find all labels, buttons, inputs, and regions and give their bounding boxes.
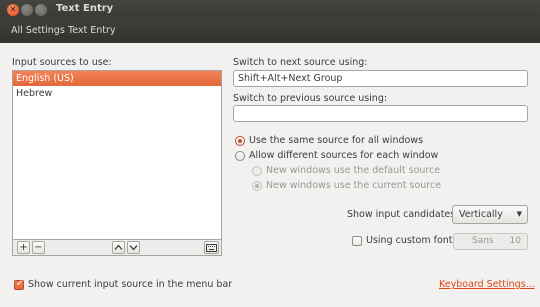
minimize-icon[interactable]	[21, 4, 33, 16]
maximize-icon[interactable]	[35, 4, 47, 16]
title-bar: ✕ Text Entry	[0, 0, 540, 20]
remove-source-button[interactable]: −	[32, 241, 45, 254]
close-icon[interactable]: ✕	[7, 4, 19, 16]
input-candidates-value: Vertically	[459, 209, 503, 220]
move-down-button[interactable]	[127, 241, 140, 254]
new-current-label: New windows use the current source	[266, 180, 442, 191]
different-sources-label[interactable]: Allow different sources for each window	[249, 150, 438, 161]
add-source-button[interactable]: +	[17, 241, 30, 254]
input-candidates-label: Show input candidates:	[347, 209, 459, 220]
show-indicator-checkbox[interactable]	[14, 279, 24, 290]
previous-source-shortcut-field[interactable]	[233, 105, 528, 122]
custom-font-label[interactable]: Using custom font:	[366, 235, 456, 246]
font-name: Sans	[472, 236, 494, 246]
same-source-label[interactable]: Use the same source for all windows	[249, 135, 423, 146]
keyboard-layout-button[interactable]	[204, 241, 219, 254]
list-item[interactable]: English (US)	[13, 71, 221, 86]
window-title: Text Entry	[56, 3, 114, 14]
chevron-down-icon	[129, 245, 138, 251]
show-indicator-label[interactable]: Show current input source in the menu ba…	[28, 279, 232, 290]
font-chooser-button[interactable]: Sans 10	[453, 233, 528, 250]
plus-icon: +	[19, 241, 28, 253]
input-sources-label: Input sources to use:	[12, 57, 112, 68]
new-current-radio[interactable]	[252, 181, 262, 191]
input-sources-toolbar: + −	[12, 240, 222, 256]
new-default-label: New windows use the default source	[266, 165, 441, 176]
list-item[interactable]: Hebrew	[13, 86, 221, 101]
breadcrumb-text-entry[interactable]: Text Entry	[68, 25, 116, 36]
chevron-up-icon	[114, 244, 123, 250]
different-sources-radio[interactable]	[235, 151, 245, 161]
input-candidates-dropdown[interactable]: Vertically ▼	[452, 205, 528, 224]
dropdown-arrow-icon: ▼	[516, 210, 522, 218]
same-source-radio[interactable]	[235, 136, 245, 146]
custom-font-checkbox[interactable]	[352, 236, 362, 246]
all-settings-button[interactable]: All Settings	[11, 25, 65, 36]
previous-source-label: Switch to previous source using:	[233, 93, 388, 104]
font-size: 10	[509, 236, 521, 246]
next-source-label: Switch to next source using:	[233, 57, 368, 68]
settings-nav-bar: All Settings Text Entry	[0, 20, 540, 43]
keyboard-settings-link[interactable]: Keyboard Settings...	[439, 279, 535, 290]
next-source-shortcut-field[interactable]: Shift+Alt+Next Group	[233, 70, 528, 87]
keyboard-icon	[206, 243, 217, 252]
input-sources-list[interactable]: English (US) Hebrew	[12, 70, 222, 240]
move-up-button[interactable]	[112, 241, 125, 254]
new-default-radio[interactable]	[252, 166, 262, 176]
minus-icon: −	[34, 241, 43, 253]
